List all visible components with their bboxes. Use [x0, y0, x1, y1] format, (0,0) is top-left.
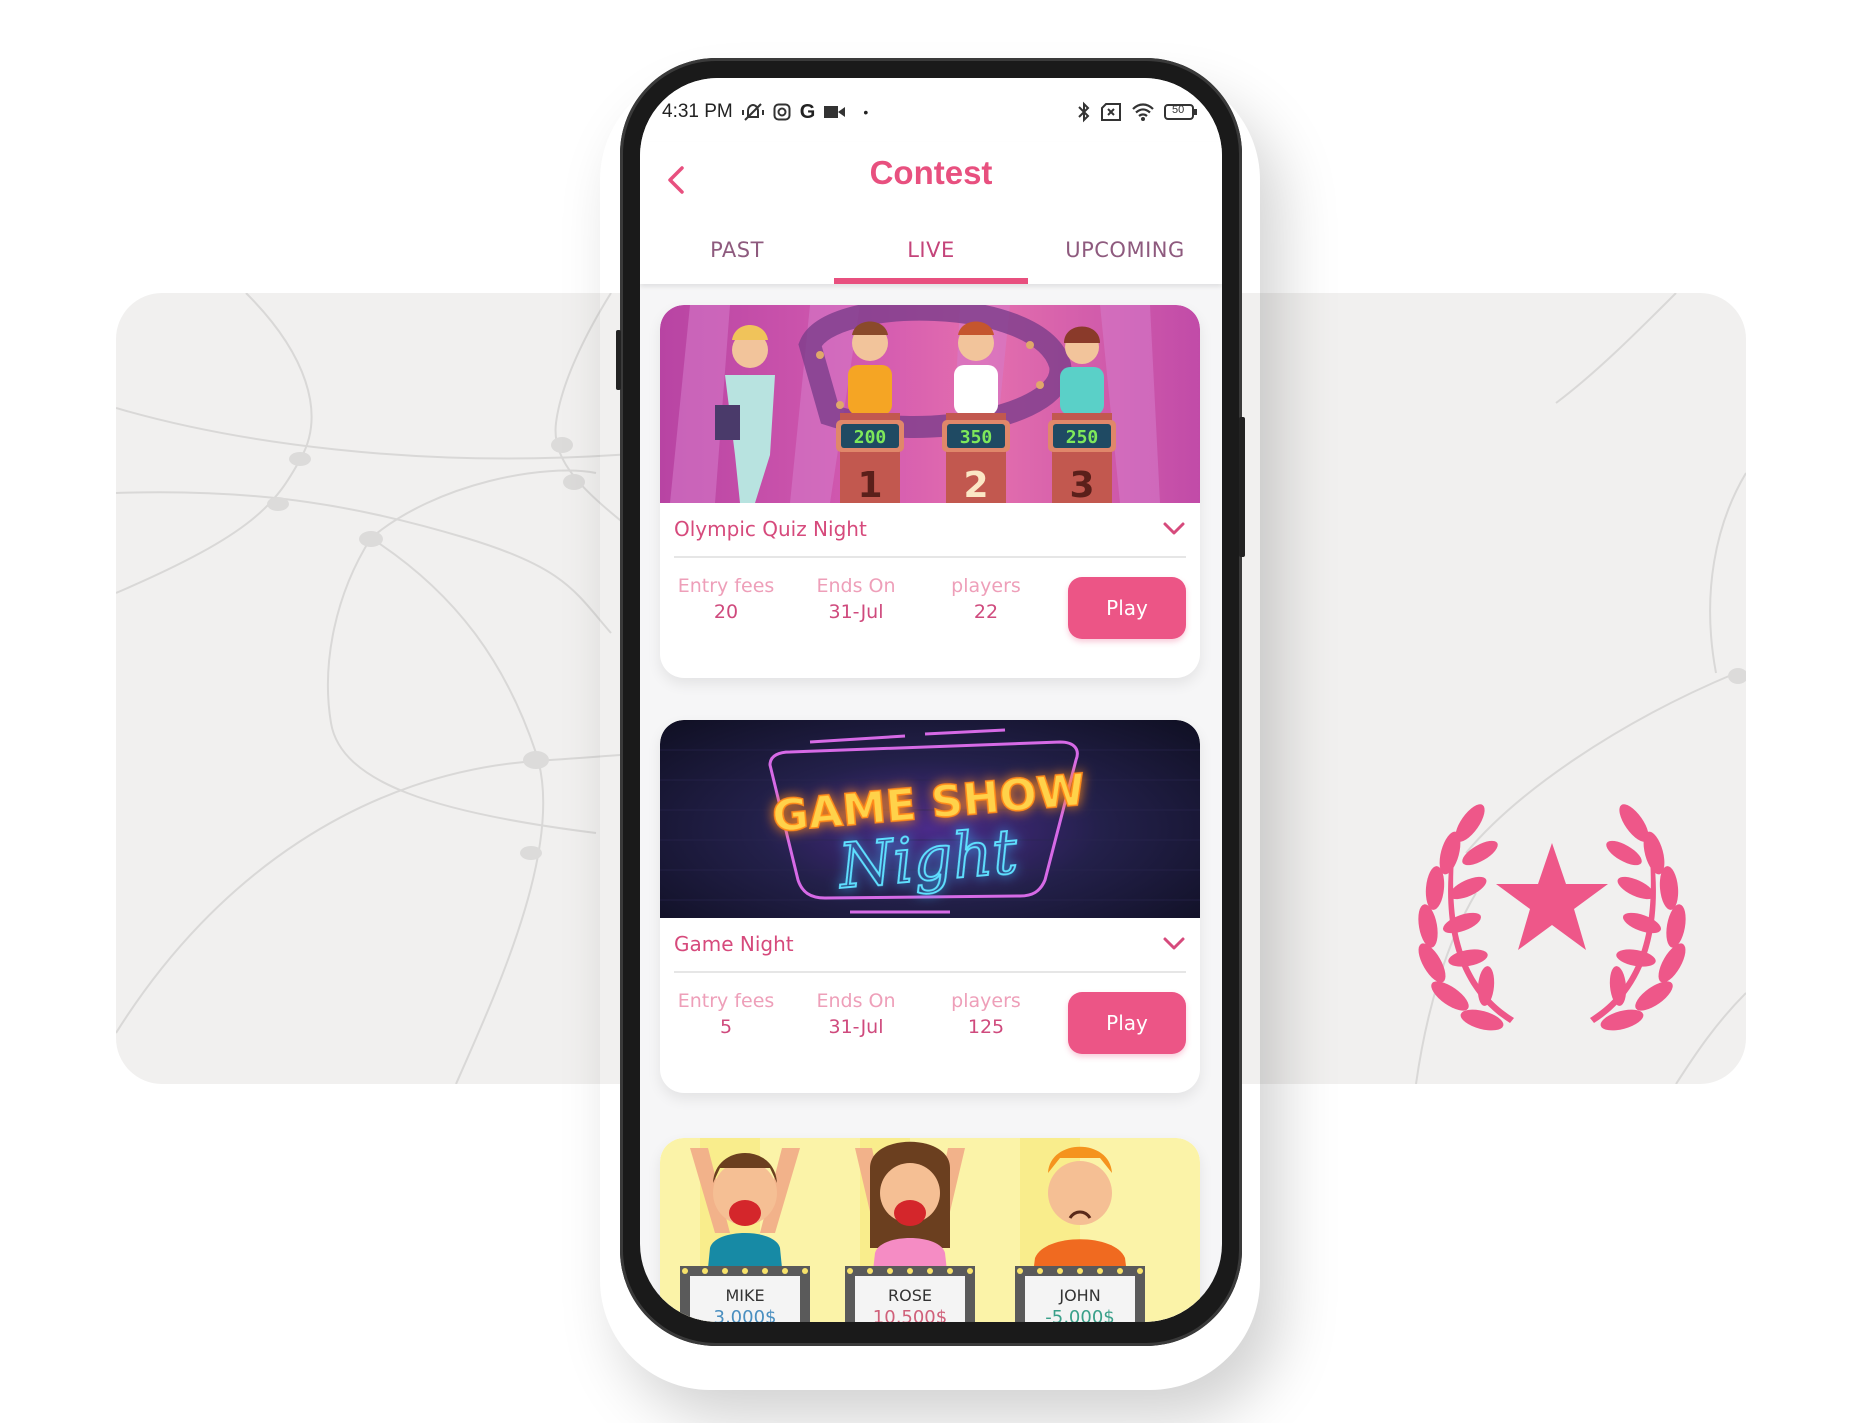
instagram-icon: [773, 101, 791, 123]
battery-level: 50: [1172, 104, 1185, 116]
play-button[interactable]: Play: [1068, 577, 1186, 639]
laurel-star-icon: [1410, 798, 1694, 1034]
google-icon: G: [799, 100, 816, 123]
stat-label: players: [951, 575, 1021, 597]
status-time: 4:31 PM: [662, 101, 733, 122]
contest-card: MIKE 3,000$ ROSE 10,500$ JOHN -5,000$: [660, 1138, 1200, 1322]
player-score: -5,000$: [1045, 1307, 1114, 1322]
contest-tabs: PAST LIVE UPCOMING: [640, 230, 1222, 284]
contest-card: GAME SHOW Night Game Night Entry fees 5 …: [660, 720, 1200, 1093]
contest-title: Olympic Quiz Night: [674, 517, 867, 541]
contest-card: 200 1 350 2 250 3 Olympic Quiz Night Ent…: [660, 305, 1200, 678]
stat-ends-on: Ends On 31-Jul: [796, 990, 916, 1038]
wifi-icon: [1131, 101, 1155, 123]
stat-label: Entry fees: [677, 575, 775, 597]
stat-entry-fees: Entry fees 5: [666, 990, 786, 1038]
page-title: Contest: [869, 154, 993, 191]
bluetooth-icon: [1077, 101, 1091, 123]
stat-value: 22: [973, 601, 999, 623]
stat-value: 20: [713, 601, 739, 623]
phone-screen: 4:31 PM G • 50 Contest PAST LIVE UPCOMIN…: [640, 78, 1222, 1322]
dot-icon: •: [863, 104, 869, 120]
stat-value: 31-Jul: [828, 1016, 884, 1038]
podium-number: 2: [963, 465, 988, 503]
stat-players: players 125: [926, 990, 1046, 1038]
stat-entry-fees: Entry fees 20: [666, 575, 786, 623]
player-name: ROSE: [888, 1286, 932, 1305]
divider: [674, 556, 1186, 558]
contest-image-kids: MIKE 3,000$ ROSE 10,500$ JOHN -5,000$: [660, 1138, 1200, 1322]
no-sim-icon: [1100, 101, 1122, 123]
stat-value: 5: [719, 1016, 733, 1038]
stat-label: players: [951, 990, 1021, 1012]
neon-line-2: Night: [834, 814, 1020, 902]
player-name: JOHN: [1058, 1286, 1100, 1305]
power-button: [1239, 417, 1245, 557]
podium-number: 1: [857, 465, 882, 503]
podium-score: 250: [1066, 427, 1099, 448]
podium-score: 350: [960, 427, 993, 448]
player-score: 10,500$: [873, 1307, 947, 1322]
stat-value: 31-Jul: [828, 601, 884, 623]
stat-label: Ends On: [816, 990, 896, 1012]
contest-image-neon: GAME SHOW Night: [660, 720, 1200, 918]
stat-ends-on: Ends On 31-Jul: [796, 575, 916, 623]
chevron-down-icon[interactable]: [1162, 936, 1186, 952]
player-score: 3,000$: [714, 1307, 777, 1322]
podium-number: 3: [1069, 465, 1094, 503]
app-header: Contest PAST LIVE UPCOMING: [640, 142, 1222, 284]
volume-button: [616, 330, 621, 390]
video-camera-icon: [824, 101, 846, 123]
contest-title: Game Night: [674, 932, 794, 956]
chevron-down-icon[interactable]: [1162, 521, 1186, 537]
stat-players: players 22: [926, 575, 1046, 623]
divider: [674, 971, 1186, 973]
player-name: MIKE: [725, 1286, 764, 1305]
stat-value: 125: [967, 1016, 1005, 1038]
play-button[interactable]: Play: [1068, 992, 1186, 1054]
stat-label: Ends On: [816, 575, 896, 597]
contest-image-quiz: 200 1 350 2 250 3: [660, 305, 1200, 503]
vibrate-muted-icon: [741, 101, 764, 123]
tab-live[interactable]: LIVE: [834, 230, 1028, 284]
tab-past[interactable]: PAST: [640, 230, 834, 284]
battery-icon: 50: [1164, 101, 1198, 123]
podium-score: 200: [854, 427, 887, 448]
tab-upcoming[interactable]: UPCOMING: [1028, 230, 1222, 284]
status-bar: 4:31 PM G • 50: [640, 78, 1222, 142]
stat-label: Entry fees: [677, 990, 775, 1012]
